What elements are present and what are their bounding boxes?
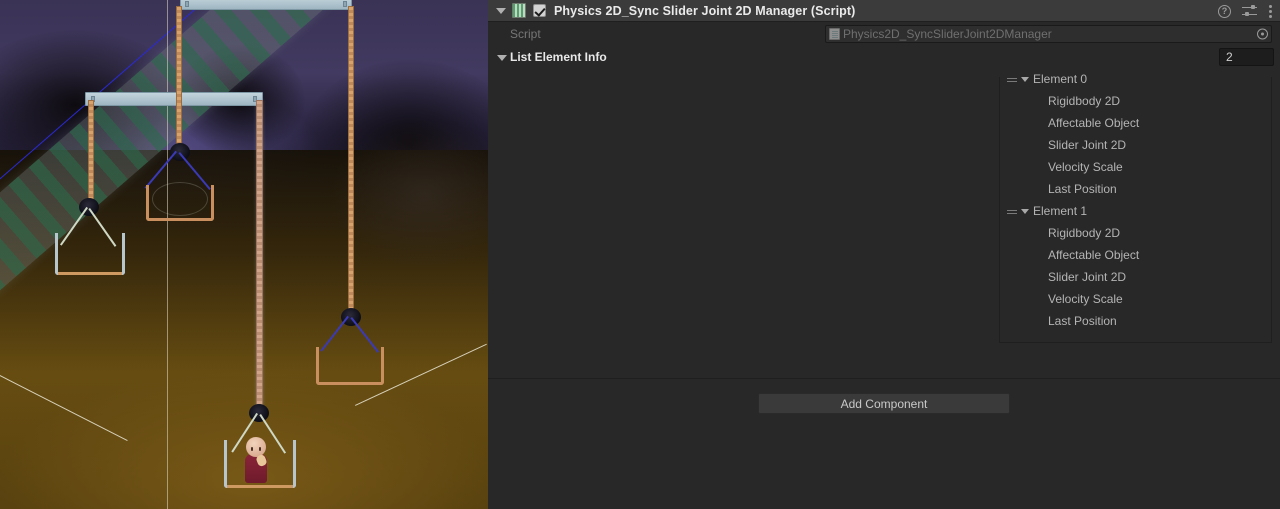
header-icon-group: ? bbox=[1218, 0, 1272, 22]
element-0-rigidbody-row: Rigidbody 2D HangingBasket (Rigidbody 2D… bbox=[488, 90, 1280, 112]
velocity-scale-label: Velocity Scale bbox=[1048, 160, 1123, 174]
element-0-velocity-row: Velocity Scale 1 bbox=[488, 156, 1280, 178]
last-position-label: Last Position bbox=[1048, 182, 1117, 196]
affectable-label: Affectable Object bbox=[1048, 116, 1140, 130]
slider-joint-label: Slider Joint 2D bbox=[1048, 270, 1127, 284]
element-0-joint-row: Slider Joint 2D HangingBasket (Slider Jo… bbox=[488, 134, 1280, 156]
rope-right bbox=[348, 6, 354, 316]
basket-bottom bbox=[58, 272, 122, 275]
element-0-label: Element 0 bbox=[1033, 72, 1088, 86]
drag-handle-icon[interactable] bbox=[1007, 78, 1017, 82]
camera-guide-line bbox=[167, 0, 168, 509]
object-picker-icon[interactable] bbox=[1257, 28, 1268, 40]
character-eye bbox=[251, 447, 253, 451]
preset-icon[interactable] bbox=[1242, 5, 1257, 18]
script-label: Script bbox=[510, 27, 541, 41]
script-value: Physics2D_SyncSliderJoint2DManager bbox=[843, 27, 1052, 41]
list-foldout-icon[interactable] bbox=[497, 55, 507, 61]
rope-center-upper bbox=[176, 6, 182, 154]
kebab-menu-icon[interactable] bbox=[1268, 4, 1272, 18]
drag-handle-icon[interactable] bbox=[1007, 210, 1017, 214]
rigidbody-label: Rigidbody 2D bbox=[1048, 226, 1121, 240]
character-eye bbox=[259, 447, 261, 451]
last-position-label: Last Position bbox=[1048, 314, 1117, 328]
component-foldout-icon[interactable] bbox=[496, 7, 506, 14]
element-1-header[interactable]: Element 1 bbox=[488, 200, 1280, 222]
section-divider bbox=[488, 378, 1280, 379]
game-view[interactable] bbox=[0, 0, 488, 509]
slider-joint-label: Slider Joint 2D bbox=[1048, 138, 1127, 152]
component-title: Physics 2D_Sync Slider Joint 2D Manager … bbox=[554, 3, 856, 18]
script-object-field: Physics2D_SyncSliderJoint2DManager bbox=[825, 25, 1272, 43]
list-header-row[interactable]: List Element Info 2 bbox=[488, 46, 1280, 68]
element-1-position-row: Last Position X 2.185868 Y 99.888 bbox=[488, 310, 1280, 332]
affectable-label: Affectable Object bbox=[1048, 248, 1140, 262]
script-row: Script Physics2D_SyncSliderJoint2DManage… bbox=[488, 22, 1280, 46]
list-element-1: Element 1 Rigidbody 2D HangingBasket (Ri… bbox=[488, 200, 1280, 332]
add-component-button[interactable]: Add Component bbox=[758, 393, 1010, 414]
script-icon bbox=[512, 3, 526, 18]
rope-left bbox=[88, 100, 94, 208]
halo-gizmo bbox=[152, 182, 208, 216]
beam-bolt bbox=[343, 1, 347, 7]
element-1-affectable-row: Affectable Object HangingBasket (Physics… bbox=[488, 244, 1280, 266]
element-1-joint-row: Slider Joint 2D HangingBasket (Slider Jo… bbox=[488, 266, 1280, 288]
support-beam-mid bbox=[85, 92, 263, 106]
support-beam-top bbox=[180, 0, 352, 10]
element-foldout-icon[interactable] bbox=[1021, 77, 1029, 82]
beam-bolt bbox=[185, 1, 189, 7]
rope-center-lower bbox=[256, 100, 263, 412]
velocity-scale-label: Velocity Scale bbox=[1048, 292, 1123, 306]
list-size-field[interactable]: 2 bbox=[1219, 48, 1274, 66]
basket-body bbox=[316, 347, 384, 385]
rigidbody-label: Rigidbody 2D bbox=[1048, 94, 1121, 108]
element-0-position-row: Last Position X -1.828 Y 104.898 bbox=[488, 178, 1280, 200]
element-1-velocity-row: Velocity Scale -1 bbox=[488, 288, 1280, 310]
list-element-0: Element 0 Rigidbody 2D HangingBasket (Ri… bbox=[488, 68, 1280, 200]
element-1-label: Element 1 bbox=[1033, 204, 1088, 218]
script-asset-icon bbox=[829, 28, 840, 40]
inspector-panel: Physics 2D_Sync Slider Joint 2D Manager … bbox=[488, 0, 1280, 509]
element-1-rigidbody-row: Rigidbody 2D HangingBasket (Rigidbody 2D… bbox=[488, 222, 1280, 244]
component-header[interactable]: Physics 2D_Sync Slider Joint 2D Manager … bbox=[488, 0, 1280, 22]
basket-bottom bbox=[227, 485, 293, 488]
element-foldout-icon[interactable] bbox=[1021, 209, 1029, 214]
element-0-affectable-row: Affectable Object HangingBasket (Physics… bbox=[488, 112, 1280, 134]
list-header-label: List Element Info bbox=[510, 50, 607, 64]
basket-body bbox=[55, 233, 125, 275]
component-enabled-checkbox[interactable] bbox=[533, 4, 546, 17]
element-0-header[interactable]: Element 0 bbox=[488, 68, 1280, 90]
character-sprite bbox=[244, 437, 270, 483]
help-icon[interactable]: ? bbox=[1218, 4, 1231, 18]
